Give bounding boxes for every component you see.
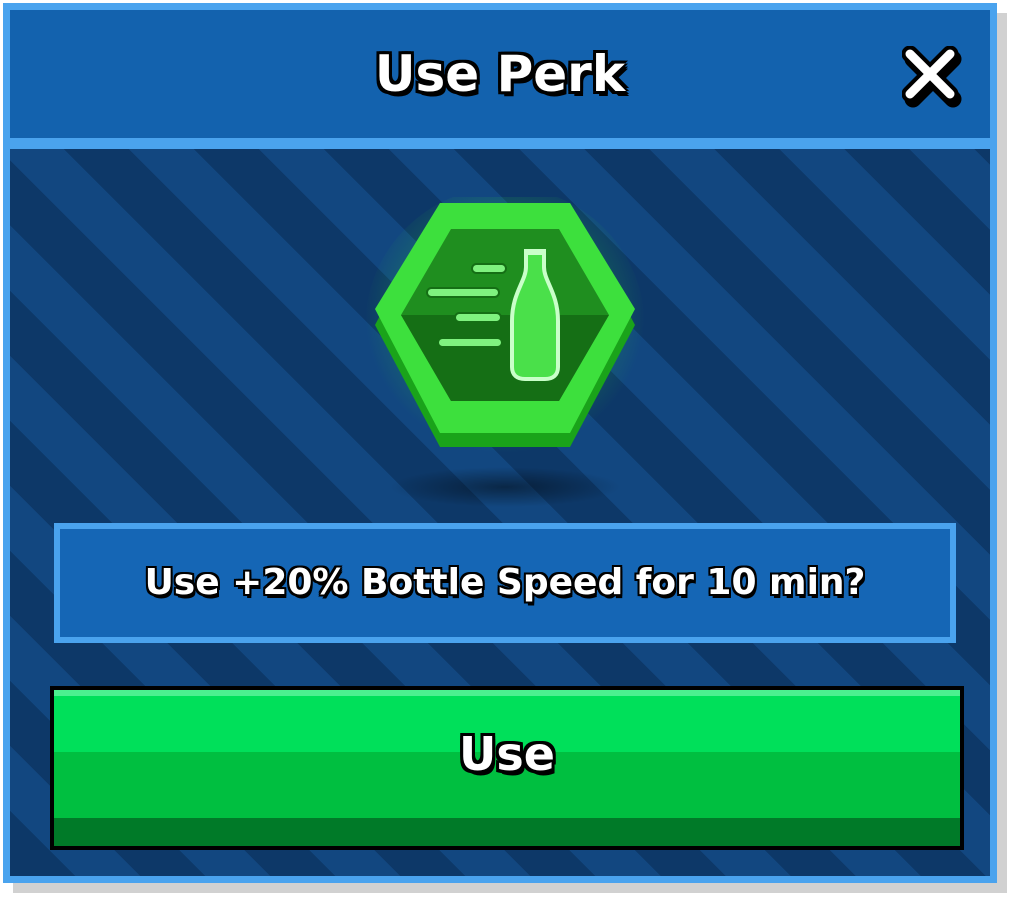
use-button[interactable]: Use (50, 686, 964, 850)
prompt-text: Use +20% Bottle Speed for 10 min? (144, 562, 866, 603)
dialog-title: Use Perk (374, 45, 626, 103)
dialog-body: Use +20% Bottle Speed for 10 min? Use (10, 149, 990, 876)
close-button[interactable] (901, 45, 964, 108)
use-button-label: Use (459, 727, 555, 781)
dialog-header: Use Perk (10, 10, 990, 138)
close-icon (901, 45, 962, 108)
prompt-box: Use +20% Bottle Speed for 10 min? (54, 523, 956, 643)
use-perk-dialog: Use Perk Use +20% Bottle Speed for 10 mi… (3, 3, 997, 883)
bottle-speed-icon (365, 197, 645, 507)
